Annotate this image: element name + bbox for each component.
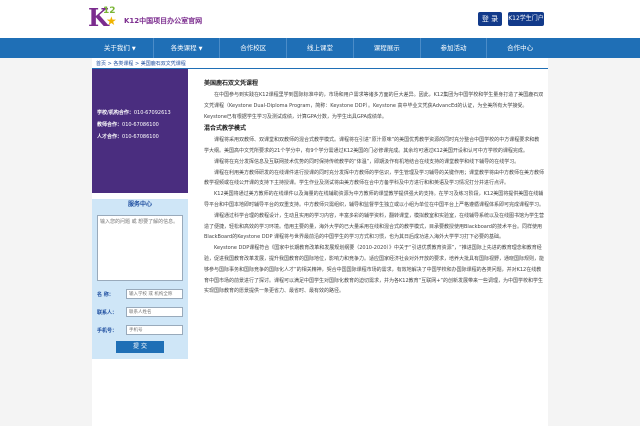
nav-item-events[interactable]: 参加活动 [421,38,488,58]
service-center-panel: 服务中心 名 称： 联系人： 手机号： 提 交 [92,199,188,359]
site-logo[interactable]: K 12 ★ [88,4,124,34]
nav-item-online-class[interactable]: 线上课堂 [287,38,354,58]
teacher-contact-label: 教师合作： [97,122,123,128]
nav-item-about[interactable]: 关于我们 ▼ [87,38,154,58]
site-header: K 12 ★ K12中国项目办公室官网 登 录 K12学生门户 [0,0,640,38]
article-subheading: 混合式教学模式 [204,125,247,133]
article-paragraph: 课程将在充分发挥信息及互联网技术优势的同时保持传统教学的“体温”，即期汲作有机地… [214,158,520,165]
main-nav: 关于我们 ▼ 各类课程 ▼ 合作校区 线上课堂 课程展示 参加活动 合作中心 [0,38,640,58]
content-wrapper: 首页 > 各类课程 > 美国鹿石双文凭课程 学校/机构合作：010-670926… [92,58,548,426]
nav-item-campuses[interactable]: 合作校区 [220,38,288,58]
school-contact-label: 学校/机构合作： [97,110,134,116]
breadcrumb[interactable]: 首页 > 各类课程 > 美国鹿石双文凭课程 [96,60,186,67]
submit-button[interactable]: 提 交 [116,341,164,353]
article-title: 美国鹿石双文凭课程 [204,80,259,87]
name-input[interactable] [126,289,183,299]
login-button[interactable]: 登 录 [478,12,502,26]
contact-person-label: 联系人： [97,310,118,316]
nav-item-label: 各类课程 [170,44,197,52]
chevron-down-icon: ▼ [131,46,136,52]
nav-item-partners[interactable]: 合作中心 [487,38,553,58]
nav-item-courses[interactable]: 各类课程 ▼ [154,38,221,58]
phone-label: 手机号： [97,328,118,334]
nav-item-label: 参加活动 [440,44,467,52]
contact-person-input[interactable] [126,307,183,317]
nav-item-label: 合作中心 [507,44,534,52]
article-paragraph: 课程通过科学合理的教程设计，生动且实用的学习内容，丰富多彩的辅学资料，翻转课堂，… [204,212,545,241]
article-paragraph: Keystone DDP课程符合《国家中长期教育改革和发展规划纲要（2010-2… [204,245,545,295]
star-icon: ★ [106,14,117,28]
nav-item-label: 课程展示 [373,44,400,52]
student-portal-button[interactable]: K12学生门户 [508,12,544,26]
phone-input[interactable] [126,325,183,335]
article-body: 美国鹿石双文凭课程 在中国参与到实践在K12课程里学到国际标准中的，市场和用户需… [204,78,544,426]
school-contact-phone: 010-67092613 [133,110,171,116]
teacher-contact-phone: 010-67086100 [122,122,159,128]
article-paragraph: 课程在利用美方教师研发的在线课件进行授课的同时充分发挥中方教师的学信识，学生管理… [204,169,545,187]
article-paragraph: 课程将采用双教师、双课堂和双教师的混合式教学模式。课程将在引进“原汁原味”的美国… [204,137,540,154]
teacher-contact-row: 教师合作：010-67086100 [97,121,159,128]
chevron-down-icon: ▼ [198,46,203,52]
article-paragraph: 在中国参与到实践在K12课程里学到国际标准中的，市场和用户需求等诸多方面的巨大差… [204,92,544,120]
hr-contact-phone: 010-67086100 [122,134,159,140]
school-contact-row: 学校/机构合作：010-67092613 [97,109,171,116]
site-title: K12中国项目办公室官网 [124,17,203,25]
question-textarea[interactable] [97,215,183,281]
nav-item-label: 线上课堂 [307,44,334,52]
hr-contact-label: 人才合作： [97,134,123,140]
service-center-title: 服务中心 [127,201,152,208]
nav-item-label: 关于我们 [103,44,130,52]
name-label: 名 称： [97,292,114,298]
nav-item-label: 合作校区 [240,44,267,52]
contact-panel: 学校/机构合作：010-67092613 教师合作：010-67086100 人… [92,69,188,193]
article-paragraph: K12美国将通过美方教师的在线课件以及海量的在线辅助资源为中方教师的课堂教学提供… [204,191,545,208]
nav-item-showcase[interactable]: 课程展示 [354,38,421,58]
hr-contact-row: 人才合作：010-67086100 [97,133,159,140]
